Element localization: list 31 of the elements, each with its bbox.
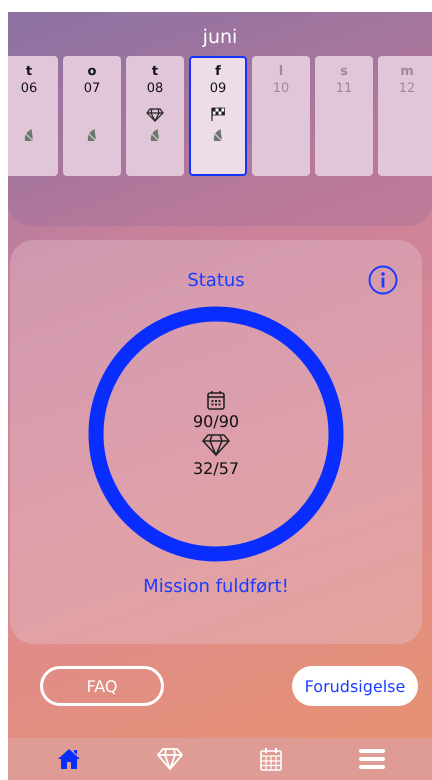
days-count: 90/90 bbox=[192, 412, 240, 431]
day-card[interactable]: t 08 bbox=[126, 56, 184, 176]
info-icon[interactable] bbox=[368, 265, 398, 295]
diamond-icon bbox=[201, 433, 231, 457]
weekday-letter: m bbox=[400, 64, 414, 79]
day-number: 07 bbox=[84, 81, 100, 96]
mission-message: Mission fuldført! bbox=[143, 576, 289, 597]
day-card[interactable]: o 07 bbox=[63, 56, 121, 176]
diamond-icon[interactable] bbox=[156, 748, 182, 770]
day-card[interactable]: f 09 bbox=[189, 56, 247, 176]
day-card[interactable]: t 06 bbox=[8, 56, 58, 176]
weekday-letter: o bbox=[88, 64, 96, 79]
forecast-button[interactable]: Forudsigelse bbox=[292, 666, 418, 706]
day-number: 11 bbox=[336, 81, 352, 96]
weekday-letter: t bbox=[152, 64, 158, 79]
gems-count: 32/57 bbox=[192, 459, 240, 478]
calendar-icon bbox=[207, 390, 225, 410]
day-number: 12 bbox=[398, 81, 416, 96]
month-title: juni bbox=[201, 26, 238, 48]
weekday-letter: t bbox=[26, 64, 32, 79]
menu-icon[interactable] bbox=[358, 748, 384, 770]
day-number: 06 bbox=[20, 81, 38, 96]
day-number: 10 bbox=[272, 81, 290, 96]
status-title: Status bbox=[187, 270, 245, 290]
home-icon[interactable] bbox=[56, 748, 80, 770]
calendar-icon[interactable] bbox=[260, 747, 282, 771]
day-number: 09 bbox=[210, 81, 226, 96]
weekday-letter: l bbox=[278, 64, 284, 79]
day-number: 08 bbox=[146, 81, 164, 96]
weekday-letter: f bbox=[215, 64, 221, 79]
weekday-letter: s bbox=[340, 64, 348, 79]
